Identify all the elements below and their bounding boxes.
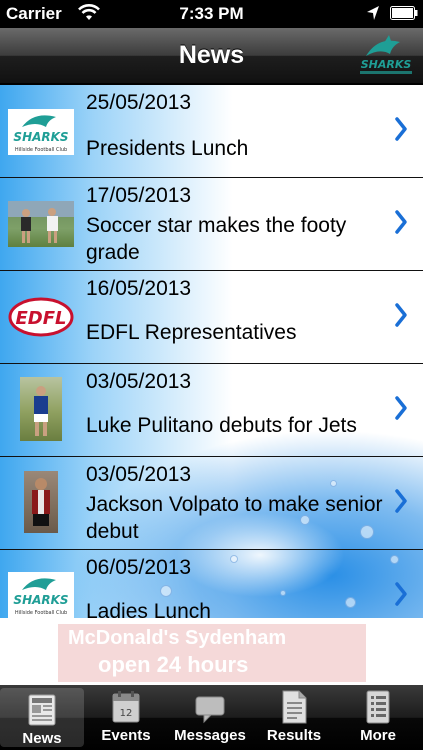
news-date: 03/05/2013 <box>86 463 192 486</box>
news-title: Luke Pulitano debuts for Jets <box>86 414 357 437</box>
player-image <box>32 478 50 526</box>
chevron-right-icon <box>395 489 407 513</box>
tab-label: Results <box>266 727 322 744</box>
football-photo-thumbnail <box>8 201 74 247</box>
news-list-item[interactable]: 03/05/2013 Jackson Volpato to make senio… <box>0 457 423 550</box>
calendar-icon: 12 <box>112 691 140 723</box>
edfl-logo: EDFL <box>8 297 74 337</box>
tab-label: News <box>22 730 62 747</box>
clock: 7:33 PM <box>179 4 244 23</box>
document-icon <box>282 690 307 724</box>
logo-subtext: Hillside Football Club <box>15 610 67 616</box>
status-bar: Carrier 7:33 PM <box>0 0 423 28</box>
sharks-logo: SHARKS Hillside Football Club <box>13 578 69 616</box>
news-list-item[interactable]: EDFL 16/05/2013 EDFL Representatives <box>0 271 423 364</box>
news-list-item[interactable]: 03/05/2013 Luke Pulitano debuts for Jets <box>0 364 423 457</box>
tab-label: Events <box>101 727 151 744</box>
ad-banner[interactable]: McDonald's Sydenham open 24 hours <box>58 624 366 682</box>
news-title: EDFL Representatives <box>86 321 297 344</box>
player-image <box>34 386 48 436</box>
ad-line-1: McDonald's Sydenham <box>68 627 287 649</box>
logo-subtext: Hillside Football Club <box>15 147 67 153</box>
tab-messages[interactable]: Messages <box>168 685 252 750</box>
tab-results[interactable]: Results <box>252 685 336 750</box>
sharks-logo: SHARKS Hillside Football Club <box>13 115 69 153</box>
tab-label: Messages <box>174 727 246 744</box>
news-date: 06/05/2013 <box>86 556 192 579</box>
calendar-day: 12 <box>120 708 133 719</box>
tab-bar: News 12 Events Messages Results More <box>0 685 423 750</box>
battery-icon <box>390 6 418 20</box>
news-date: 03/05/2013 <box>86 370 192 393</box>
tab-label: More <box>360 727 396 744</box>
player-photo-thumbnail <box>24 471 58 533</box>
news-title: Jackson Volpato to make senior debut <box>86 493 383 543</box>
chevron-right-icon <box>395 210 407 234</box>
tab-events[interactable]: 12 Events <box>84 685 168 750</box>
news-list-item[interactable]: SHARKS Hillside Football Club 06/05/2013… <box>0 550 423 618</box>
location-arrow-icon <box>367 6 379 20</box>
ad-line-2: open 24 hours <box>98 652 249 677</box>
news-date: 25/05/2013 <box>86 91 192 114</box>
tab-more[interactable]: More <box>336 685 420 750</box>
news-title: Ladies Lunch <box>86 600 211 618</box>
news-date: 16/05/2013 <box>86 277 192 300</box>
chevron-right-icon <box>395 303 407 327</box>
logo-text: SHARKS <box>13 130 68 144</box>
sharks-logo-thumbnail: SHARKS Hillside Football Club <box>8 572 74 618</box>
news-list[interactable]: SHARKS Hillside Football Club 25/05/2013… <box>0 85 423 618</box>
news-date: 17/05/2013 <box>86 184 192 207</box>
logo-text: SHARKS <box>13 593 68 607</box>
list-icon <box>366 690 390 724</box>
news-title: Presidents Lunch <box>86 137 249 160</box>
nav-logo-text: SHARKS <box>361 58 412 71</box>
player-photo-thumbnail <box>20 377 62 441</box>
sharks-logo-thumbnail: SHARKS Hillside Football Club <box>8 109 74 155</box>
chevron-right-icon <box>395 117 407 141</box>
chevron-right-icon <box>395 582 407 606</box>
sharks-logo: SHARKS <box>360 35 412 74</box>
speech-bubble-icon <box>195 696 225 724</box>
tab-news[interactable]: News <box>0 688 84 747</box>
chevron-right-icon <box>395 396 407 420</box>
news-title: Soccer star makes the footy grade <box>86 214 347 264</box>
edfl-logo-text: EDFL <box>15 308 66 329</box>
news-list-item[interactable]: 17/05/2013 Soccer star makes the footy g… <box>0 178 423 271</box>
ad-area: McDonald's Sydenham open 24 hours <box>0 618 423 685</box>
edfl-logo-thumbnail: EDFL <box>8 297 74 337</box>
newspaper-icon <box>28 694 56 726</box>
navigation-bar: News SHARKS <box>0 28 423 84</box>
football-players-image <box>8 201 74 243</box>
news-list-item[interactable]: SHARKS Hillside Football Club 25/05/2013… <box>0 85 423 178</box>
